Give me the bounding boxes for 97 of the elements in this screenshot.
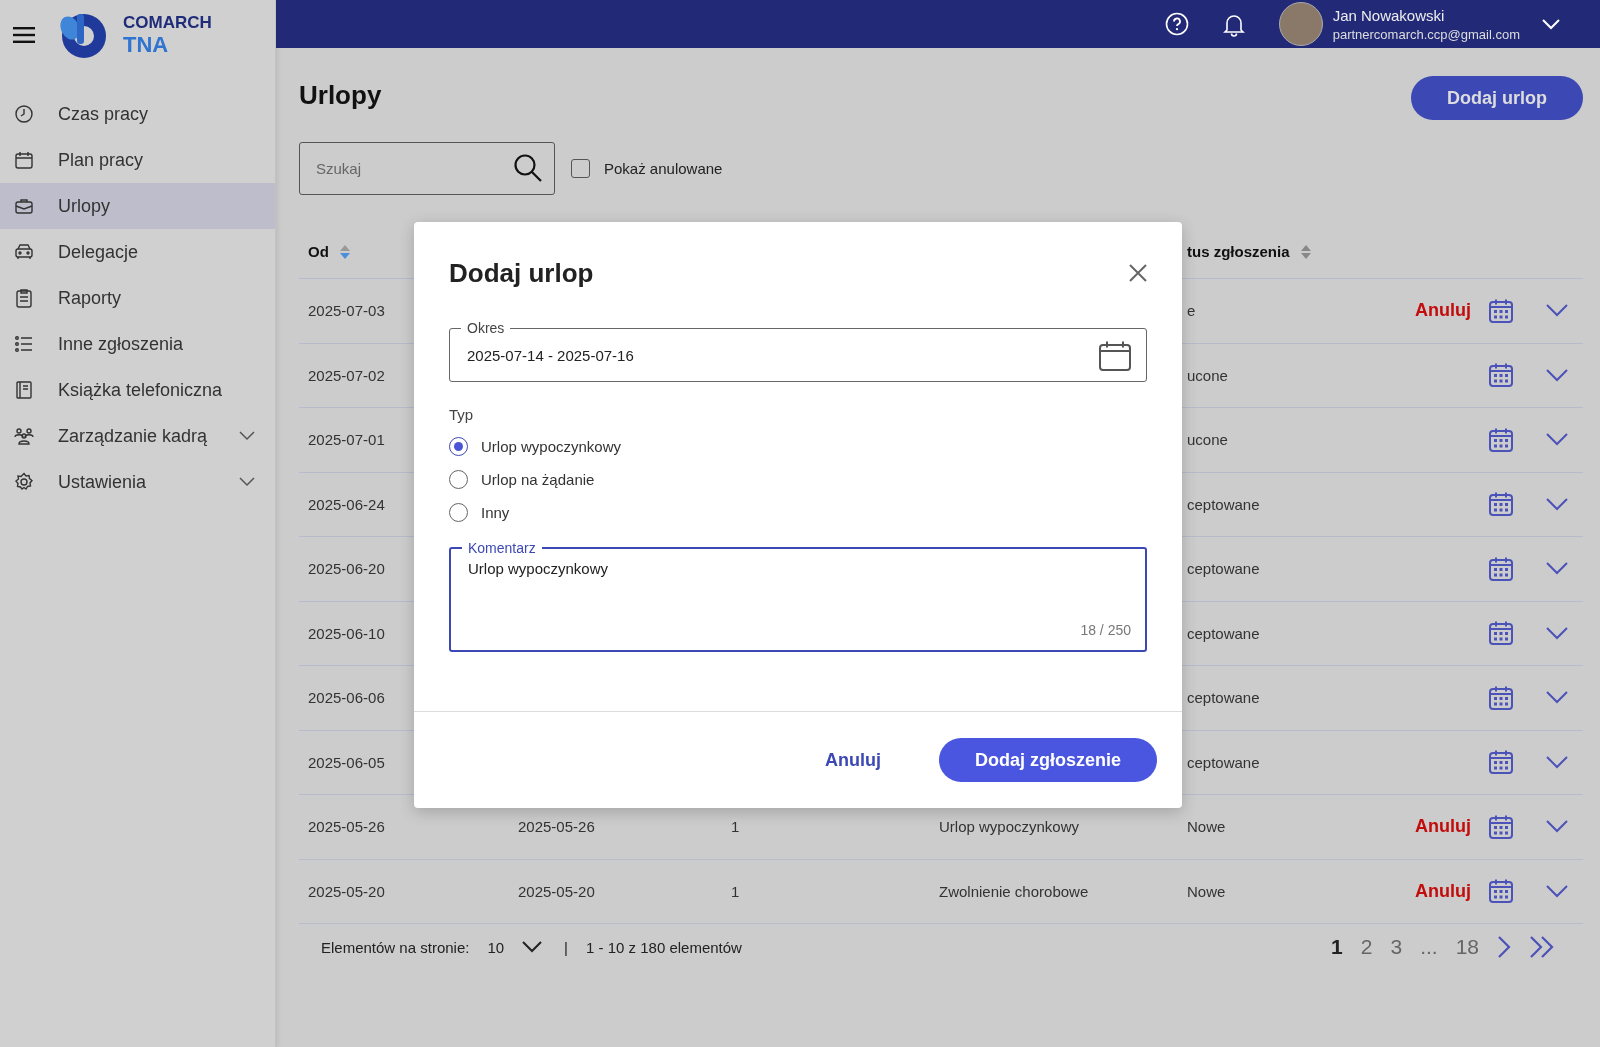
calendar-icon[interactable] bbox=[1488, 297, 1514, 324]
table-cell: ceptowane bbox=[1187, 495, 1260, 513]
radio-label: Urlop wypoczynkowy bbox=[481, 438, 622, 455]
table-cell: 2025-06-05 bbox=[308, 753, 385, 771]
radio-label: Inny bbox=[481, 504, 510, 521]
search-icon[interactable] bbox=[513, 153, 543, 183]
calendar-icon[interactable] bbox=[1488, 878, 1514, 905]
page-link[interactable]: 18 bbox=[1455, 935, 1479, 959]
page-link[interactable]: ... bbox=[1420, 935, 1438, 959]
table-cell: Zwolnienie chorobowe bbox=[939, 882, 1089, 900]
table-cell: 2025-05-26 bbox=[518, 818, 595, 836]
page-title: Urlopy bbox=[299, 79, 382, 111]
table-cell: ceptowane bbox=[1187, 624, 1260, 642]
table-cell: ceptowane bbox=[1187, 560, 1260, 578]
submit-button[interactable]: Dodaj zgłoszenie bbox=[938, 738, 1157, 782]
user-name: Jan Nowakowski bbox=[1332, 6, 1446, 24]
table-cell: 2025-07-03 bbox=[308, 302, 385, 320]
page-link[interactable]: 3 bbox=[1390, 935, 1403, 959]
calendar-icon[interactable] bbox=[1488, 362, 1514, 389]
table-cell: 2025-06-20 bbox=[308, 560, 385, 578]
sort-icon[interactable] bbox=[338, 243, 351, 260]
sidebar-item[interactable]: Plan pracy bbox=[0, 137, 275, 183]
dialog-title: Dodaj urlop bbox=[449, 257, 594, 289]
search-field[interactable]: Szukaj bbox=[299, 142, 555, 195]
table-cell: ucone bbox=[1187, 366, 1228, 384]
sidebar-item[interactable]: Inne zgłoszenia bbox=[0, 321, 275, 367]
cancel-link[interactable]: Anuluj bbox=[1415, 816, 1471, 838]
calendar-icon[interactable] bbox=[1488, 620, 1514, 647]
calendar-icon[interactable] bbox=[1488, 749, 1514, 776]
column-header[interactable]: Od bbox=[308, 243, 329, 260]
calendar-icon bbox=[14, 150, 34, 170]
sidebar-item[interactable]: Czas pracy bbox=[0, 91, 275, 137]
calendar-icon[interactable] bbox=[1488, 813, 1514, 840]
chevron-down-icon bbox=[522, 941, 543, 953]
calendar-icon[interactable] bbox=[1488, 426, 1514, 453]
type-label: Typ bbox=[449, 406, 475, 423]
table-cell: 2025-05-20 bbox=[308, 882, 385, 900]
sidebar-item[interactable]: Ustawienia bbox=[0, 459, 275, 505]
cancel-link[interactable]: Anuluj bbox=[1415, 880, 1471, 902]
table-cell: 1 bbox=[731, 818, 740, 836]
sidebar-item[interactable]: Urlopy bbox=[0, 183, 275, 229]
sidebar-item[interactable]: Raporty bbox=[0, 275, 275, 321]
table-cell: ceptowane bbox=[1187, 753, 1260, 771]
car-icon bbox=[14, 242, 34, 262]
briefcase-icon bbox=[14, 196, 34, 216]
table-cell: Nowe bbox=[1187, 818, 1226, 836]
table-cell: 2025-05-20 bbox=[518, 882, 595, 900]
last-page-icon[interactable] bbox=[1529, 936, 1555, 958]
product-name: TNA bbox=[123, 34, 170, 56]
table-cell: 2025-06-10 bbox=[308, 624, 385, 642]
menu-icon[interactable] bbox=[13, 27, 35, 43]
calendar-icon[interactable] bbox=[1488, 684, 1514, 711]
calendar-icon[interactable] bbox=[1098, 339, 1132, 372]
next-page-icon[interactable] bbox=[1497, 936, 1511, 958]
table-cell: ceptowane bbox=[1187, 689, 1260, 707]
table-cell: 2025-06-24 bbox=[308, 495, 385, 513]
page-link[interactable]: 2 bbox=[1360, 935, 1373, 959]
table-cell: Nowe bbox=[1187, 882, 1226, 900]
sort-icon[interactable] bbox=[1299, 243, 1312, 260]
avatar[interactable] bbox=[1278, 2, 1323, 46]
table-cell: ucone bbox=[1187, 431, 1228, 449]
list-icon bbox=[14, 334, 34, 354]
table-cell: 2025-05-26 bbox=[308, 818, 385, 836]
brand-name: COMARCH bbox=[123, 14, 212, 31]
radio-label: Urlop na żądanie bbox=[481, 471, 595, 488]
help-icon[interactable] bbox=[1164, 12, 1189, 36]
checkbox-label: Pokaż anulowane bbox=[604, 160, 723, 177]
per-page-label: Elementów na stronie: bbox=[321, 938, 470, 956]
column-header[interactable]: tus zgłoszenia bbox=[1187, 243, 1290, 260]
table-cell: 2025-07-01 bbox=[308, 431, 385, 449]
close-icon[interactable] bbox=[1129, 264, 1147, 282]
page-link[interactable]: 1 bbox=[1331, 935, 1343, 959]
table-cell: 2025-06-06 bbox=[308, 689, 385, 707]
clock-icon bbox=[14, 104, 34, 124]
sidebar-item[interactable]: Książka telefoniczna bbox=[0, 367, 275, 413]
date-range-field[interactable]: Okres 2025-07-14 - 2025-07-16 bbox=[449, 320, 1147, 382]
per-page-select[interactable]: 10 bbox=[487, 938, 543, 956]
range-text: 1 - 10 z 180 elementów bbox=[586, 938, 742, 956]
checkbox[interactable] bbox=[571, 159, 590, 178]
calendar-icon[interactable] bbox=[1488, 491, 1514, 518]
cancel-link[interactable]: Anuluj bbox=[1415, 300, 1471, 322]
user-email: partnercomarch.ccp@gmail.com bbox=[1332, 26, 1520, 42]
comment-field[interactable]: Komentarz Urlop wypoczynkowy 18 / 250 bbox=[449, 540, 1147, 652]
table-cell: Urlop wypoczynkowy bbox=[939, 818, 1080, 836]
cancel-button[interactable]: Anuluj bbox=[818, 748, 887, 772]
table-cell: e bbox=[1187, 302, 1196, 320]
add-leave-button[interactable]: Dodaj urlop bbox=[1411, 76, 1583, 120]
table-cell: 2025-07-02 bbox=[308, 366, 385, 384]
table-cell: 1 bbox=[731, 882, 740, 900]
sidebar-item[interactable]: Delegacje bbox=[0, 229, 275, 275]
separator: | bbox=[564, 938, 568, 956]
sidebar-item[interactable]: Zarządzanie kadrą bbox=[0, 413, 275, 459]
gear-icon bbox=[14, 472, 34, 492]
people-icon bbox=[14, 426, 34, 446]
book-icon bbox=[14, 380, 34, 400]
calendar-icon[interactable] bbox=[1488, 555, 1514, 582]
clipboard-icon bbox=[14, 288, 34, 308]
